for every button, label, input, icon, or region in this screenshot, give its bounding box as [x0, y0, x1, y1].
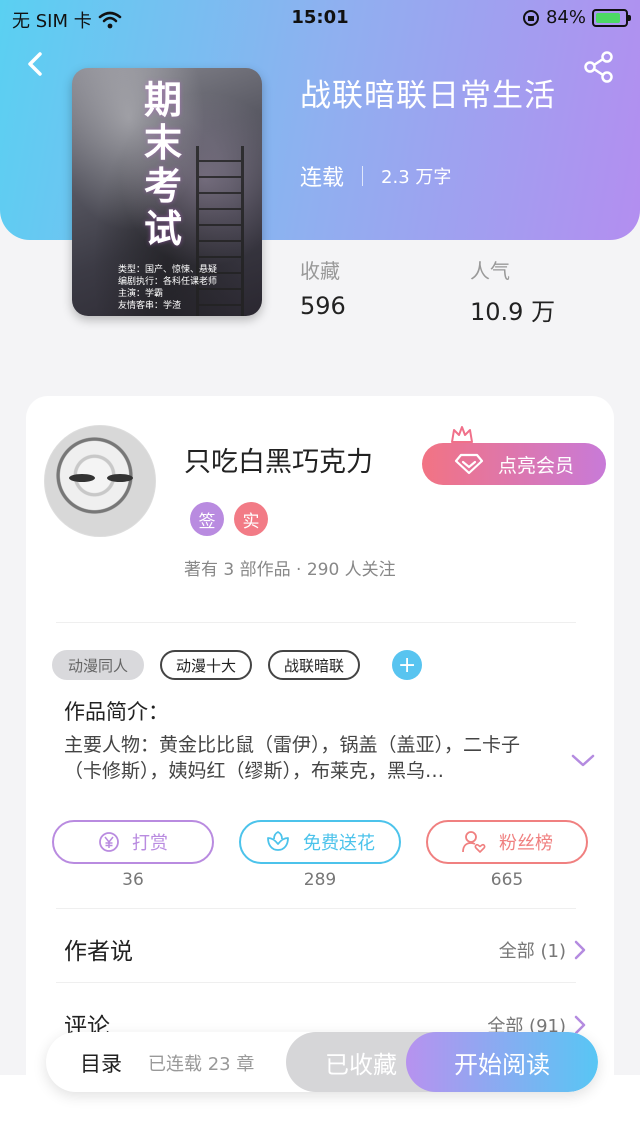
flower-count: 289 [303, 870, 337, 890]
add-tag-button[interactable]: + [392, 650, 423, 680]
tag-item[interactable]: 动漫十大 [160, 650, 253, 680]
book-title: 战联暗联日常生活 [300, 78, 556, 114]
send-flower-button[interactable]: 免费送花 [239, 820, 401, 864]
fan-ranking-button[interactable]: 粉丝榜 [426, 820, 588, 864]
book-info-row: 连载 2.3 万字 [300, 160, 451, 192]
divider [56, 982, 576, 983]
intro-heading: 作品简介： [64, 700, 169, 724]
serial-status: 连载 [300, 166, 345, 191]
start-reading-button[interactable]: 开始阅读 [406, 1032, 598, 1092]
orientation-lock-icon [522, 9, 539, 26]
diamond-icon [454, 453, 484, 475]
send-flower-label: 免费送花 [303, 833, 375, 854]
battery-percent: 84% [545, 7, 586, 28]
stat-favorites: 收藏 596 [300, 255, 346, 320]
stat-label: 人气 [470, 259, 510, 283]
tag-list: 动漫同人 动漫十大 战联暗联 + [52, 650, 423, 680]
tag-item[interactable]: 战联暗联 [268, 650, 361, 680]
tip-button[interactable]: 打赏 [52, 820, 214, 864]
divider [362, 166, 364, 186]
tag-item[interactable]: 动漫同人 [52, 650, 145, 680]
back-icon[interactable] [22, 50, 50, 78]
cover-meta: 类型：国产、惊悚、悬疑 编剧执行：各科任课老师 主演：学霸 友情客串：学渣 [118, 265, 218, 311]
intro-text: 主要人物：黄金比比鼠（雷伊），锅盖（盖亚），二卡子（卡修斯），姨妈红（缪斯），布… [64, 734, 521, 782]
signed-badge: 签 [190, 502, 224, 536]
chapter-count: 已连载 23 章 [148, 1054, 255, 1075]
fan-count: 665 [490, 870, 524, 890]
tip-label: 打赏 [132, 833, 168, 854]
crown-icon [451, 426, 473, 443]
verified-badge: 实 [234, 502, 268, 536]
yen-coin-icon [99, 832, 119, 852]
user-heart-icon [462, 831, 486, 853]
cover-title: 期末考试 [144, 77, 183, 251]
share-icon[interactable] [582, 50, 616, 84]
tip-count: 36 [122, 870, 144, 890]
author-notes-all-label: 全部 (1) [498, 941, 566, 962]
book-cover[interactable]: 期末考试 类型：国产、惊悚、悬疑 编剧执行：各科任课老师 主演：学霸 友情客串：… [72, 68, 262, 316]
battery-icon [592, 8, 631, 27]
flower-icon [267, 830, 289, 851]
author-name[interactable]: 只吃白黑巧克力 [184, 440, 373, 479]
stat-popularity: 人气 10.9 万 [470, 255, 555, 327]
stat-label: 收藏 [300, 259, 340, 283]
divider [56, 908, 576, 909]
bottom-action-bar: 目录 已连载 23 章 已收藏 开始阅读 [46, 1032, 598, 1092]
chevron-right-icon [574, 940, 586, 960]
chevron-right-icon [574, 1015, 586, 1035]
vip-button-label: 点亮会员 [497, 454, 574, 477]
author-avatar[interactable] [44, 425, 156, 537]
catalog-button[interactable]: 目录 [80, 1048, 122, 1078]
stat-value: 10.9 万 [470, 298, 556, 326]
stat-value: 596 [300, 292, 346, 320]
vip-button[interactable]: 点亮会员 [422, 443, 606, 485]
word-count: 2.3 万字 [381, 167, 452, 188]
author-notes-title: 作者说 [64, 939, 133, 965]
divider [56, 622, 576, 623]
author-notes-all-link[interactable]: 全部 (1) [499, 937, 586, 963]
status-bar: 无 SIM 卡 15:01 84% [0, 0, 640, 36]
fan-ranking-label: 粉丝榜 [499, 833, 553, 854]
chevron-down-icon[interactable] [570, 752, 596, 770]
author-summary: 著有 3 部作品 · 290 人关注 [184, 560, 396, 580]
